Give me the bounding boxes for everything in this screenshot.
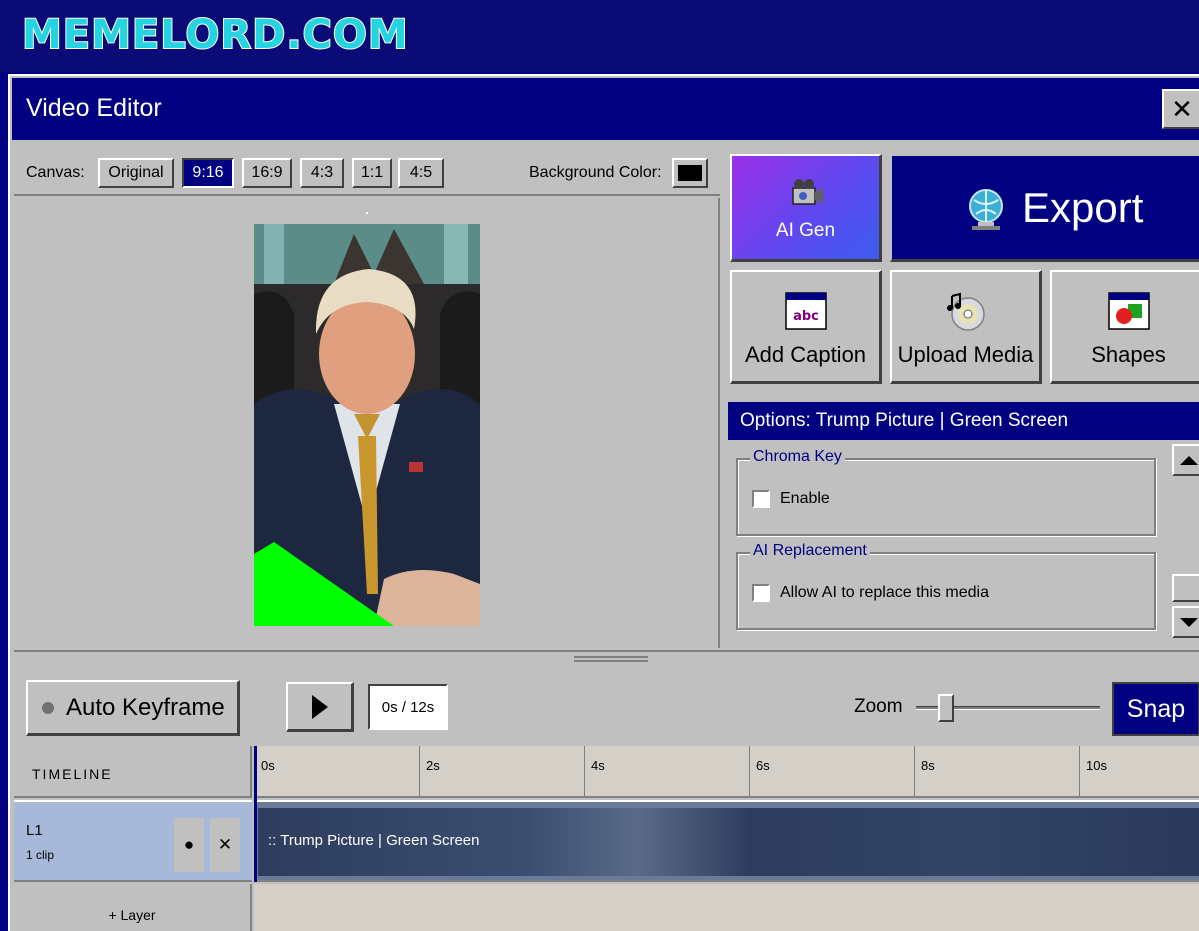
- ai-gen-label: AI Gen: [775, 220, 836, 241]
- upload-media-button[interactable]: Upload Media: [890, 270, 1042, 384]
- auto-keyframe-label: Auto Keyframe: [66, 693, 225, 721]
- ruler-tick: 2s: [419, 746, 440, 798]
- playhead[interactable]: [254, 746, 257, 882]
- ratio-16-9-button[interactable]: 16:9: [242, 158, 292, 188]
- zoom-slider-thumb[interactable]: [938, 694, 954, 722]
- ratio-original-button[interactable]: Original: [98, 158, 174, 188]
- layer-visibility-button[interactable]: ●: [174, 818, 204, 872]
- video-editor-window: Video Editor ✕ Canvas: Original 9:16 16:…: [8, 74, 1199, 931]
- timeline-clip[interactable]: :: Trump Picture | Green Screen: [258, 808, 1199, 876]
- timeline: TIMELINE 0s 2s 4s 6s 8s 10s L1 1 clip ● …: [14, 746, 1199, 931]
- play-button[interactable]: [286, 682, 354, 732]
- close-button[interactable]: ✕: [1162, 89, 1199, 129]
- scroll-down-icon: [1180, 617, 1198, 627]
- layer-row-l1[interactable]: L1 1 clip ● ✕: [14, 800, 252, 882]
- ruler-tick: 6s: [749, 746, 770, 798]
- ratio-4-5-button[interactable]: 4:5: [398, 158, 444, 188]
- caption-icon-text: abc: [793, 309, 819, 324]
- layer-clip-count: 1 clip: [26, 848, 55, 862]
- timeline-ruler[interactable]: 0s 2s 4s 6s 8s 10s: [254, 746, 1199, 798]
- add-caption-button[interactable]: abc Add Caption: [730, 270, 882, 384]
- ruler-tick: 0s: [254, 746, 275, 798]
- zoom-label: Zoom: [854, 696, 903, 717]
- shapes-window-icon: [1107, 292, 1150, 335]
- scroll-up-button[interactable]: [1172, 444, 1199, 476]
- ruler-tick: 4s: [584, 746, 605, 798]
- options-scrollbar[interactable]: [1172, 444, 1199, 640]
- canvas-center-marker: [366, 212, 368, 214]
- ai-gen-button[interactable]: AI Gen: [730, 154, 882, 262]
- brand-bar: MEMELORD.COM: [0, 0, 1199, 72]
- ruler-tick: 10s: [1079, 746, 1107, 798]
- ai-replacement-title: AI Replacement: [750, 542, 870, 560]
- chroma-key-enable-checkbox[interactable]: [752, 490, 770, 508]
- window-title: Video Editor: [26, 94, 162, 122]
- chroma-key-group: Chroma Key Enable: [736, 448, 1156, 536]
- swatch-fill: [678, 165, 702, 181]
- auto-keyframe-button[interactable]: Auto Keyframe: [26, 680, 240, 736]
- play-icon: [311, 694, 328, 719]
- add-layer-button[interactable]: + Layer: [14, 884, 252, 931]
- panel-splitter: [14, 650, 1199, 668]
- ratio-4-3-button[interactable]: 4:3: [300, 158, 344, 188]
- background-color-label: Background Color:: [529, 164, 662, 181]
- media-preview-image[interactable]: [254, 224, 480, 626]
- layer-name: L1: [26, 822, 43, 839]
- export-button[interactable]: Export: [890, 154, 1199, 262]
- shapes-button[interactable]: Shapes: [1050, 270, 1199, 384]
- options-panel: Options: Trump Picture | Green Screen Ch…: [726, 400, 1199, 650]
- chroma-key-row: Enable: [752, 490, 830, 508]
- timeline-header: TIMELINE: [14, 746, 252, 798]
- ratio-9-16-button[interactable]: 9:16: [182, 158, 234, 188]
- ai-replacement-group: AI Replacement Allow AI to replace this …: [736, 542, 1156, 630]
- upload-media-label: Upload Media: [897, 342, 1034, 367]
- clip-label: :: Trump Picture | Green Screen: [268, 832, 480, 849]
- canvas-preview: [14, 198, 720, 648]
- scroll-thumb[interactable]: [1172, 574, 1199, 602]
- canvas-label: Canvas:: [26, 164, 85, 181]
- background-color-swatch[interactable]: [672, 158, 708, 188]
- shapes-label: Shapes: [1091, 342, 1166, 367]
- scroll-up-icon: [1180, 455, 1198, 465]
- ai-replacement-row: Allow AI to replace this media: [752, 584, 989, 602]
- splitter-grip[interactable]: [574, 656, 648, 662]
- export-label: Export: [1022, 184, 1144, 231]
- ai-replacement-label: Allow AI to replace this media: [780, 584, 989, 601]
- scroll-down-button[interactable]: [1172, 606, 1199, 638]
- snap-button[interactable]: Snap: [1112, 682, 1199, 736]
- chroma-key-title: Chroma Key: [750, 448, 845, 466]
- layer-track: :: Trump Picture | Green Screen: [254, 800, 1199, 882]
- time-display: 0s / 12s: [368, 684, 448, 730]
- video-camera-icon: [789, 178, 825, 219]
- layer-delete-button[interactable]: ✕: [210, 818, 240, 872]
- playback-controls: Auto Keyframe 0s / 12s Zoom Snap: [14, 668, 1199, 746]
- options-title: Options: Trump Picture | Green Screen: [728, 402, 1199, 440]
- ai-replacement-checkbox[interactable]: [752, 584, 770, 602]
- ratio-1-1-button[interactable]: 1:1: [352, 158, 392, 188]
- cd-music-icon: [946, 292, 986, 337]
- record-dot-icon: [42, 701, 54, 714]
- title-bar: Video Editor ✕: [12, 78, 1199, 140]
- globe-monitor-icon: [964, 186, 1008, 237]
- empty-track-area: [254, 884, 1199, 931]
- add-caption-label: Add Caption: [744, 342, 867, 367]
- caption-window-icon: abc: [784, 292, 827, 335]
- memelord-logo[interactable]: MEMELORD.COM: [21, 10, 409, 60]
- ruler-tick: 8s: [914, 746, 935, 798]
- chroma-key-enable-label: Enable: [780, 490, 830, 507]
- canvas-toolbar: Canvas: Original 9:16 16:9 4:3 1:1 4:5 B…: [14, 144, 720, 196]
